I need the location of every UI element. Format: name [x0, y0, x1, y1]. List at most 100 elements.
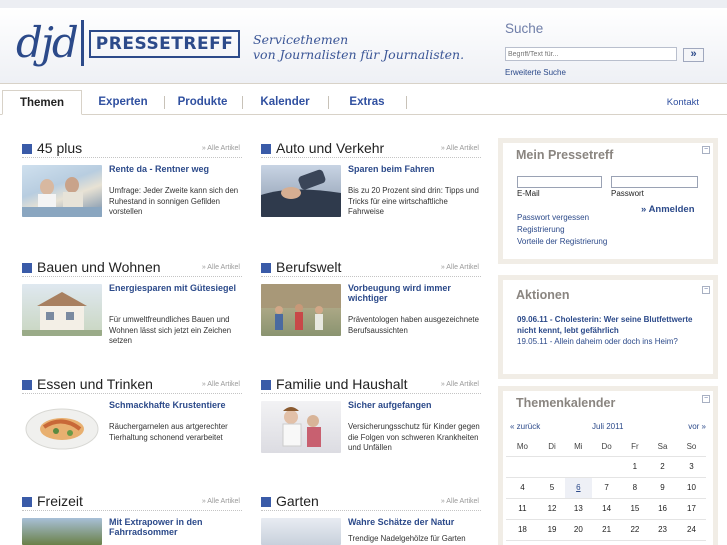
article-title[interactable]: Wahre Schätze der Natur — [348, 517, 481, 527]
minimize-icon[interactable]: − — [702, 395, 710, 403]
article-image[interactable] — [261, 284, 341, 336]
section-berufswelt: Berufswelt » Alle Artikel Vorbeugung wir… — [261, 259, 481, 370]
calendar-day: 3 — [677, 456, 706, 478]
article-title[interactable]: Energiesparen mit Gütesiegel — [109, 283, 242, 293]
article-image[interactable] — [261, 401, 341, 453]
tab-kalender[interactable]: Kalender — [243, 90, 327, 115]
calendar-day: 7 — [591, 477, 622, 499]
email-label: E-Mail — [517, 189, 540, 198]
logo-pressetreff: PRESSETREFF — [88, 30, 241, 58]
section-title[interactable]: Familie und Haushalt — [276, 376, 408, 392]
weekday: Mo — [506, 438, 539, 457]
tab-themen[interactable]: Themen — [2, 90, 82, 115]
section-square-icon — [261, 263, 271, 273]
section-title[interactable]: Bauen und Wohnen — [37, 259, 161, 275]
login-box-title: Mein Pressetreff — [516, 148, 614, 162]
section-title[interactable]: Auto und Verkehr — [276, 140, 384, 156]
calendar-day — [565, 456, 592, 478]
article-title[interactable]: Sparen beim Fahren — [348, 164, 481, 174]
section-title[interactable]: Freizeit — [37, 493, 83, 509]
tab-extras[interactable]: Extras — [329, 90, 405, 115]
calendar-day: 12 — [538, 498, 566, 520]
article-image[interactable] — [261, 165, 341, 217]
tab-produkte[interactable]: Produkte — [165, 90, 240, 115]
article-image[interactable] — [22, 518, 102, 545]
article-title[interactable]: Schmackhafte Krustentiere — [109, 400, 242, 410]
action-item[interactable]: 09.06.11 - Cholesterin: Wer seine Blutfe… — [517, 314, 707, 336]
article-teaser: Für umweltfreundliches Bauen und Wohnen … — [109, 315, 232, 345]
calendar-day: 23 — [648, 519, 677, 541]
all-articles-link[interactable]: » Alle Artikel — [202, 145, 240, 152]
calendar-day: 20 — [565, 519, 592, 541]
article-image[interactable] — [22, 284, 102, 336]
minimize-icon[interactable]: − — [702, 286, 710, 294]
article-title[interactable]: Mit Extrapower in den Fahrradsommer — [109, 517, 242, 537]
calendar-prev-link[interactable]: « zurück — [510, 422, 540, 431]
article-image[interactable] — [261, 518, 341, 545]
calendar-next-link[interactable]: vor » — [688, 422, 706, 431]
search-button[interactable]: » — [683, 48, 704, 62]
weekday: Di — [538, 438, 566, 457]
registration-benefits-link[interactable]: Vorteile der Registrierung — [517, 237, 607, 246]
actions-box: Aktionen − 09.06.11 - Cholesterin: Wer s… — [498, 275, 718, 379]
calendar-day — [591, 456, 622, 478]
weekday: So — [677, 438, 706, 457]
calendar-day: 14 — [591, 498, 622, 520]
article-teaser: Räuchergarnelen aus artgerechter Tierhal… — [109, 422, 228, 442]
all-articles-link[interactable]: » Alle Artikel — [202, 381, 240, 388]
section-square-icon — [22, 144, 32, 154]
logo-divider — [80, 20, 84, 66]
all-articles-link[interactable]: » Alle Artikel — [441, 145, 479, 152]
actions-box-title: Aktionen — [516, 288, 570, 302]
article-title[interactable]: Rente da - Rentner weg — [109, 164, 242, 174]
section-freizeit: Freizeit » Alle Artikel Mit Extrapower i… — [22, 493, 242, 545]
email-field[interactable] — [517, 176, 602, 188]
calendar-day-link[interactable]: 6 — [565, 477, 592, 499]
section-auto-verkehr: Auto und Verkehr » Alle Artikel Sparen b… — [261, 140, 481, 251]
all-articles-link[interactable]: » Alle Artikel — [441, 264, 479, 271]
all-articles-link[interactable]: » Alle Artikel — [202, 264, 240, 271]
forgot-password-link[interactable]: Passwort vergessen — [517, 213, 589, 222]
calendar-day: 21 — [591, 519, 622, 541]
section-title[interactable]: Essen und Trinken — [37, 376, 153, 392]
article-teaser: Versicherungsschutz für Kinder gegen die… — [348, 422, 480, 452]
article-title[interactable]: Vorbeugung wird immer wichtiger — [348, 283, 481, 303]
calendar-week: 11 12 13 14 15 16 17 — [506, 498, 706, 520]
section-square-icon — [261, 144, 271, 154]
section-title[interactable]: Garten — [276, 493, 319, 509]
article-image[interactable] — [22, 165, 102, 217]
calendar-day: 17 — [677, 498, 706, 520]
login-button[interactable]: » Anmelden — [641, 204, 695, 215]
calendar-day — [506, 456, 539, 478]
section-square-icon — [261, 380, 271, 390]
extended-search-link[interactable]: Erweiterte Suche — [505, 68, 566, 77]
weekday: Mi — [565, 438, 592, 457]
password-field[interactable] — [611, 176, 698, 188]
nav-divider — [406, 96, 407, 109]
minimize-icon[interactable]: − — [702, 146, 710, 154]
article-image[interactable] — [22, 401, 102, 453]
section-header: Familie und Haushalt » Alle Artikel — [261, 376, 481, 394]
all-articles-link[interactable]: » Alle Artikel — [441, 381, 479, 388]
register-link[interactable]: Registrierung — [517, 225, 565, 234]
main-nav: Themen Experten Produkte Kalender Extras… — [0, 90, 727, 115]
action-item[interactable]: 19.05.11 - Allein daheim oder doch ins H… — [517, 337, 707, 346]
section-title[interactable]: 45 plus — [37, 140, 82, 156]
section-square-icon — [22, 263, 32, 273]
article-title[interactable]: Sicher aufgefangen — [348, 400, 481, 410]
weekday: Sa — [648, 438, 677, 457]
section-title[interactable]: Berufswelt — [276, 259, 341, 275]
calendar-box-title: Themenkalender — [516, 396, 616, 410]
contact-link[interactable]: Kontakt — [667, 90, 699, 115]
all-articles-link[interactable]: » Alle Artikel — [202, 498, 240, 505]
section-header: Garten » Alle Artikel — [261, 493, 481, 511]
calendar-week: 1 2 3 — [506, 456, 706, 478]
calendar-day: 2 — [648, 456, 677, 478]
search-input[interactable] — [505, 47, 677, 61]
calendar-day: 22 — [621, 519, 649, 541]
calendar-day: 18 — [506, 519, 539, 541]
tab-experten[interactable]: Experten — [83, 90, 163, 115]
logo[interactable]: djd PRESSETREFF — [16, 18, 241, 68]
all-articles-link[interactable]: » Alle Artikel — [441, 498, 479, 505]
calendar-day: 16 — [648, 498, 677, 520]
